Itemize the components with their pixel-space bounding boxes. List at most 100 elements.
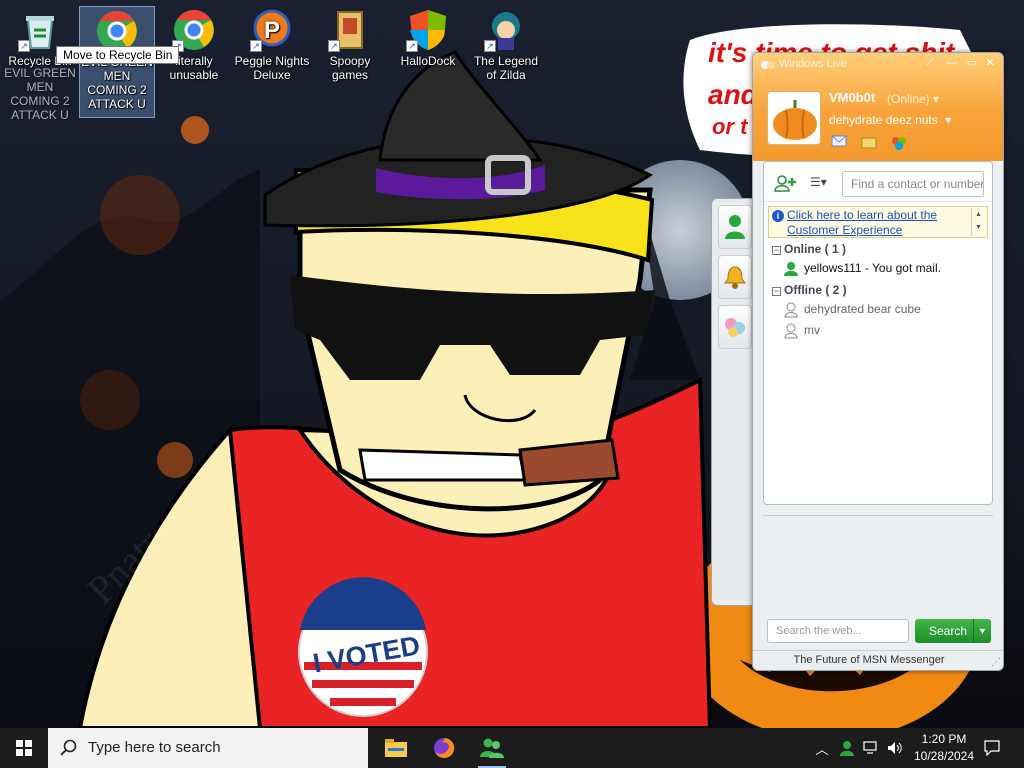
- contact-name: yellows111 - You got mail.: [804, 261, 941, 275]
- close-button[interactable]: ✕: [983, 57, 997, 69]
- taskbar-search-box[interactable]: Type here to search: [48, 728, 368, 768]
- shortcut-arrow-icon: ↗: [406, 40, 418, 52]
- desktop-icon-spoopy-games[interactable]: ↗ Spoopy games: [312, 6, 388, 88]
- pumpkin-avatar-icon: [773, 100, 817, 140]
- banner-text-line3: or t: [712, 114, 749, 139]
- chevron-up-icon: ︿: [815, 741, 829, 757]
- mail-icon[interactable]: [831, 135, 847, 149]
- maximize-button[interactable]: ▭: [965, 57, 979, 69]
- alerts-tab[interactable]: [718, 255, 752, 299]
- clock-time: 1:20 PM: [921, 732, 967, 746]
- messenger-window: Windows Live ⟋ — ▭ ✕ VM0b0t (Online) ▾ d…: [752, 52, 1004, 671]
- tray-network[interactable]: [860, 728, 882, 768]
- customer-experience-link[interactable]: Click here to learn about the Customer E…: [787, 208, 937, 237]
- search-button-label: Search: [929, 624, 968, 638]
- desktop-icon-label: HalloDock: [400, 54, 456, 68]
- messenger-header: Windows Live ⟋ — ▭ ✕ VM0b0t (Online) ▾ d…: [753, 53, 1003, 161]
- contact-yellows111[interactable]: yellows111 - You got mail.: [764, 258, 992, 279]
- search-button[interactable]: Search ▼: [915, 619, 991, 643]
- personal-message[interactable]: dehydrate deez nuts ▾: [829, 113, 951, 127]
- shortcut-arrow-icon: ↗: [250, 40, 262, 52]
- minimize-button[interactable]: —: [945, 57, 959, 69]
- add-contact-icon[interactable]: [774, 174, 796, 195]
- contact-list-panel: ☰▾ Find a contact or number... i Click h…: [763, 161, 993, 505]
- messenger-footer: The Future of MSN Messenger: [753, 650, 1003, 670]
- group-online-label: Online ( 1 ): [784, 242, 847, 256]
- tray-messenger[interactable]: [836, 728, 858, 768]
- chevron-down-icon[interactable]: ▼: [973, 619, 991, 643]
- group-offline[interactable]: − Offline ( 2 ): [764, 279, 992, 299]
- taskbar: Type here to search ︿ 1:20 PM 10/28/2024: [0, 728, 1024, 768]
- info-scrollbar[interactable]: ▲ ▼: [971, 208, 985, 236]
- desktop-icon-label: The Legend of Zilda: [473, 54, 539, 82]
- messenger-buddies-icon: [480, 738, 504, 758]
- contacts-tab[interactable]: [718, 205, 752, 249]
- messenger-titlebar[interactable]: Windows Live ⟋ — ▭ ✕: [753, 53, 1003, 75]
- windows-logo-icon: [16, 740, 32, 756]
- taskbar-search-placeholder: Type here to search: [88, 739, 221, 756]
- taskbar-clock[interactable]: 1:20 PM 10/28/2024: [906, 731, 982, 765]
- header-shortcuts: [831, 135, 907, 150]
- avatar[interactable]: [767, 91, 821, 145]
- contact-dehydrated-bear-cube[interactable]: dehydrated bear cube: [764, 299, 992, 320]
- group-offline-label: Offline ( 2 ): [784, 283, 847, 297]
- taskbar-file-explorer[interactable]: [372, 728, 420, 768]
- divider: [763, 515, 993, 516]
- firefox-icon: [434, 737, 455, 758]
- personal-message-text: dehydrate deez nuts: [829, 113, 938, 127]
- desktop-icon-label: Peggle Nights Deluxe: [234, 54, 310, 82]
- desktop-icon-peggle-nights[interactable]: P ↗ Peggle Nights Deluxe: [234, 6, 310, 88]
- notification-icon: [984, 740, 1000, 756]
- file-explorer-icon: [385, 739, 407, 757]
- collapse-icon: −: [772, 245, 781, 255]
- notifications-button[interactable]: [978, 728, 1006, 768]
- clock-date: 10/28/2024: [913, 749, 975, 763]
- desktop-icon-hallodock[interactable]: ↗ HalloDock: [390, 6, 466, 88]
- web-search-input[interactable]: Search the web...: [767, 619, 909, 643]
- messenger-side-tabs: [711, 198, 755, 606]
- spaces-icon: [725, 318, 745, 337]
- find-contact-input[interactable]: Find a contact or number...: [842, 171, 984, 197]
- spaces-shortcut-icon[interactable]: [861, 135, 877, 149]
- chevron-down-icon: ▾: [933, 92, 940, 106]
- window-title: Windows Live: [779, 58, 847, 70]
- shortcut-arrow-icon: ↗: [484, 40, 496, 52]
- folder-icon: ↗: [328, 8, 372, 52]
- status-text: (Online): [887, 92, 930, 106]
- status-dropdown[interactable]: (Online) ▾: [887, 92, 939, 106]
- drag-ghost-label: EVIL GREEN MEN COMING 2 ATTACK U: [4, 66, 76, 122]
- contact-name: dehydrated bear cube: [804, 302, 921, 316]
- pin-icon[interactable]: ⟋: [923, 57, 937, 69]
- contact-name: mv: [804, 323, 820, 337]
- msn-today-icon[interactable]: [891, 135, 907, 150]
- collapse-icon: −: [772, 286, 781, 296]
- desktop-icon-legend-of-zilda[interactable]: ↗ The Legend of Zilda: [468, 6, 544, 88]
- view-options-icon[interactable]: ☰▾: [810, 175, 827, 189]
- info-icon: i: [772, 210, 784, 222]
- taskbar-firefox[interactable]: [420, 728, 468, 768]
- display-name[interactable]: VM0b0t: [829, 90, 875, 105]
- taskbar-messenger[interactable]: [468, 728, 516, 768]
- online-buddy-icon: [784, 262, 798, 276]
- contact-person-icon: [725, 215, 745, 239]
- messenger-status-icon: [840, 741, 854, 756]
- peggle-icon: P ↗: [250, 8, 294, 52]
- bell-icon: [724, 266, 746, 289]
- chevron-down-icon: ▾: [945, 113, 952, 127]
- contact-toolbar: ☰▾ Find a contact or number...: [764, 162, 992, 202]
- contact-mv[interactable]: mv: [764, 320, 992, 341]
- desktop-icon-label: Spoopy games: [329, 54, 371, 82]
- resize-grip-icon[interactable]: ⋰: [991, 657, 1001, 668]
- info-bar: i Click here to learn about the Customer…: [768, 206, 988, 238]
- zilda-game-icon: ↗: [484, 8, 528, 52]
- volume-icon: [888, 742, 902, 754]
- tray-volume[interactable]: [884, 728, 906, 768]
- group-online[interactable]: − Online ( 1 ): [764, 238, 992, 258]
- offline-buddy-icon: [784, 323, 798, 339]
- spaces-tab[interactable]: [718, 305, 752, 349]
- search-icon: [60, 739, 77, 756]
- network-icon: [863, 741, 877, 754]
- drag-tooltip: Move to Recycle Bin: [56, 46, 180, 64]
- start-button[interactable]: [0, 728, 48, 768]
- tray-overflow[interactable]: ︿: [812, 728, 832, 768]
